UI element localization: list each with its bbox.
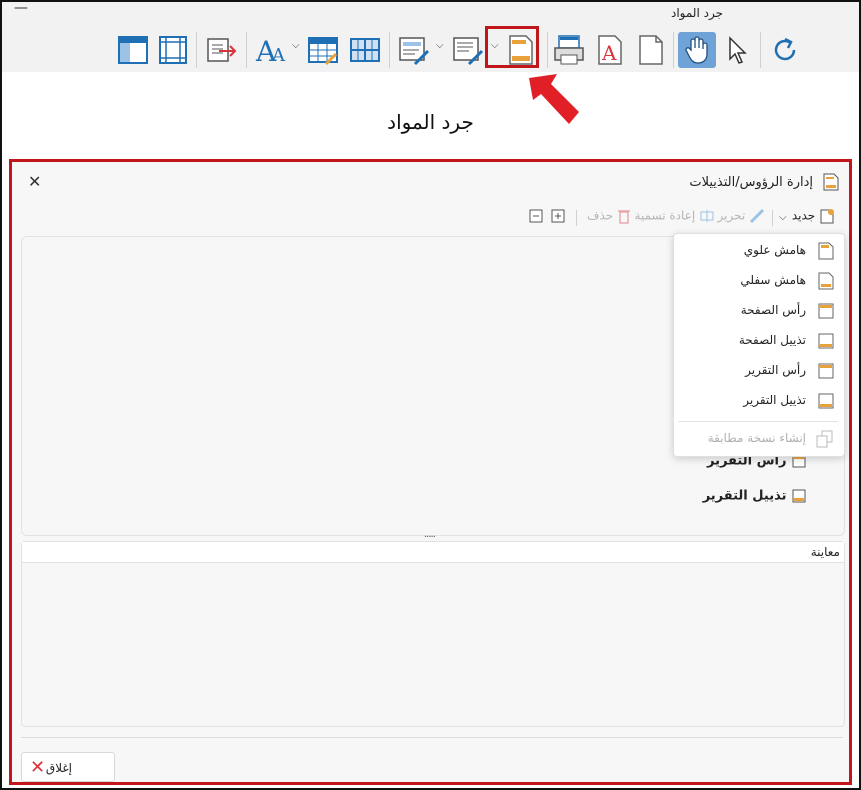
blank-page-icon[interactable]: [632, 30, 670, 70]
report-footer-icon: [818, 393, 834, 409]
menu-item-page-header[interactable]: رأس الصفحة: [684, 300, 834, 322]
highlight-box: [485, 26, 539, 68]
duplicate-icon: [816, 430, 833, 448]
list-item[interactable]: تذييل التقرير: [703, 488, 807, 504]
page-header-icon: [818, 303, 834, 319]
pointer-icon[interactable]: [718, 30, 756, 70]
header-footer-dialog: إدارة الرؤوس/التذييلات ✕ جديد ⌵ تحرير إع…: [9, 159, 852, 785]
expand-all-icon[interactable]: [550, 208, 566, 224]
menu-item-duplicate[interactable]: إنشاء نسخة مطابقة: [684, 428, 834, 450]
toolbar-separator: [246, 32, 247, 68]
window-title: جرد المواد: [670, 6, 723, 20]
page-footer-icon: [818, 333, 834, 349]
menu-item-label: تذييل التقرير: [743, 393, 806, 407]
table-edit-icon[interactable]: [304, 30, 342, 70]
menu-item-label: إنشاء نسخة مطابقة: [707, 431, 806, 445]
minimize-button[interactable]: —: [14, 0, 28, 16]
menu-item-top-margin[interactable]: هامش علوي: [684, 240, 834, 262]
toolbar-separator: [772, 210, 773, 226]
menu-item-label: هامش علوي: [743, 243, 806, 257]
refresh-icon[interactable]: [766, 30, 804, 70]
new-item-menu: هامش علوي هامش سفلي رأس الصفحة تذييل الص…: [673, 233, 845, 457]
title-bar: — جرد المواد AA ⌵ ⌵ ⌵ A: [2, 0, 859, 72]
toolbar-separator: [760, 32, 761, 68]
rename-button[interactable]: إعادة تسمية: [635, 208, 715, 224]
page-layout-icon[interactable]: [114, 30, 152, 70]
close-x-icon: ✕: [30, 757, 46, 778]
collapse-all-icon[interactable]: [528, 208, 544, 224]
toolbar-separator: [673, 32, 674, 68]
new-document-icon: [820, 209, 834, 224]
menu-item-label: هامش سفلي: [740, 273, 806, 287]
svg-text:A: A: [271, 45, 286, 66]
close-button-label: إغلاق: [45, 761, 72, 775]
preview-label: معاينة: [22, 542, 844, 563]
rename-icon: [700, 210, 714, 222]
report-footer-icon: [792, 489, 806, 503]
top-margin-icon: [818, 242, 834, 260]
toolbar-separator: [576, 210, 577, 226]
new-button[interactable]: جديد: [792, 208, 835, 224]
page-heading: جرد المواد: [387, 110, 474, 134]
hand-tool-icon[interactable]: [678, 32, 716, 68]
menu-item-label: تذييل الصفحة: [738, 333, 806, 347]
edit-button[interactable]: تحرير: [718, 208, 766, 224]
menu-item-page-footer[interactable]: تذييل الصفحة: [684, 330, 834, 352]
menu-item-report-header[interactable]: رأس التقرير: [684, 360, 834, 382]
font-dropdown-chevron-icon[interactable]: ⌵: [292, 40, 300, 51]
bottom-margin-icon: [818, 272, 834, 290]
edit-button-label: تحرير: [717, 208, 746, 223]
font-icon[interactable]: AA: [252, 30, 290, 70]
preview-pane: معاينة: [21, 541, 845, 727]
trash-icon: [618, 210, 630, 224]
edit-layout-icon[interactable]: [394, 30, 434, 70]
svg-text:A: A: [601, 41, 617, 65]
report-header-icon: [818, 363, 834, 379]
rename-button-label: إعادة تسمية: [634, 208, 696, 223]
divider: [21, 737, 843, 738]
menu-item-bottom-margin[interactable]: هامش سفلي: [684, 270, 834, 292]
dialog-title: إدارة الرؤوس/التذييلات: [689, 175, 813, 190]
text-format-icon[interactable]: A: [592, 30, 630, 70]
menu-item-label: رأس الصفحة: [740, 303, 806, 317]
export-icon[interactable]: [202, 30, 242, 70]
dialog-close-icon[interactable]: ✕: [28, 172, 41, 191]
new-dropdown-chevron-icon[interactable]: ⌵: [779, 212, 787, 223]
list-item-label: تذييل التقرير: [702, 488, 787, 504]
delete-button-label: حذف: [587, 208, 614, 223]
close-button[interactable]: ✕ إغلاق: [21, 752, 115, 782]
edit-report-icon[interactable]: [448, 30, 488, 70]
pencil-icon: [749, 208, 765, 224]
edit-dropdown-chevron-icon[interactable]: ⌵: [436, 40, 444, 51]
table-grid-icon[interactable]: [346, 30, 384, 70]
delete-button[interactable]: حذف: [587, 208, 631, 224]
page-margins-icon[interactable]: [154, 30, 192, 70]
toolbar-separator: [196, 32, 197, 68]
menu-item-label: رأس التقرير: [745, 363, 806, 377]
menu-item-report-footer[interactable]: تذييل التقرير: [684, 390, 834, 412]
dialog-title-icon: [823, 173, 839, 191]
toolbar-separator: [547, 32, 548, 68]
toolbar-separator: [389, 32, 390, 68]
menu-separator: [678, 421, 838, 422]
print-preview-icon[interactable]: [550, 30, 588, 70]
new-button-label: جديد: [791, 208, 816, 223]
